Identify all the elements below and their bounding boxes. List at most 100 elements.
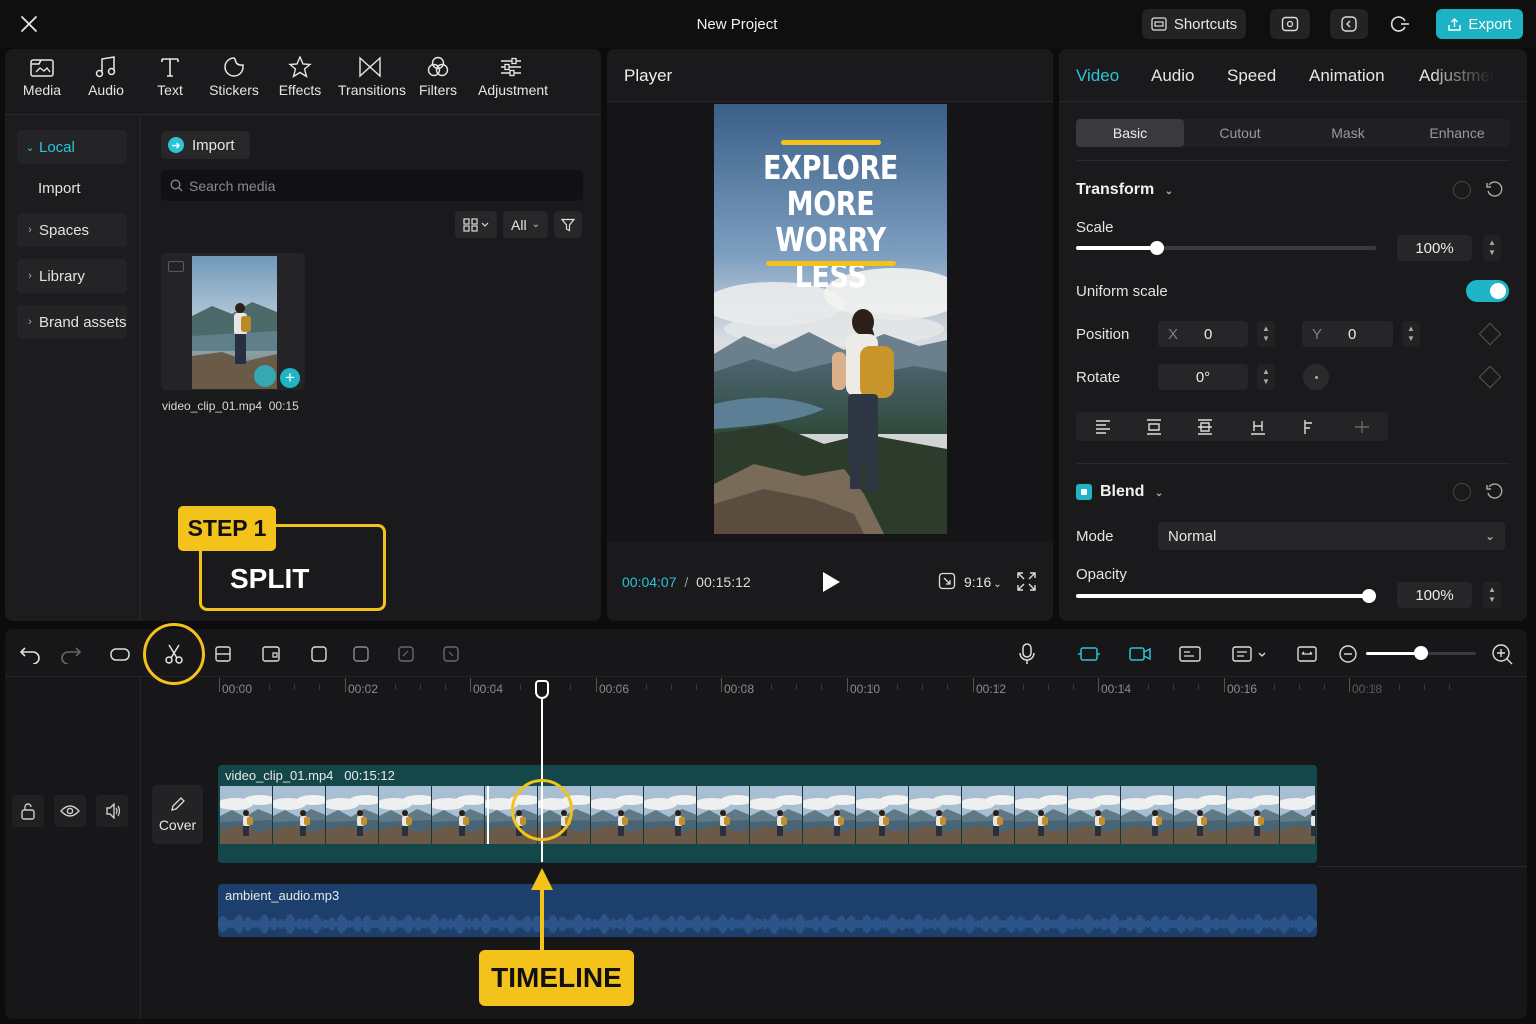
tab-video[interactable]: Video [1076,66,1119,86]
reset-icon[interactable] [1485,483,1503,501]
tool-transitions[interactable]: Transitions [338,56,406,98]
share-button[interactable] [1330,9,1368,39]
zoom-slider[interactable] [1366,646,1476,660]
tool-media[interactable]: Media [10,56,74,98]
reset-icon[interactable] [1485,181,1503,199]
distribute-icon[interactable] [1353,418,1371,436]
cover-button[interactable]: Cover [152,785,203,844]
select-icon[interactable] [108,642,132,666]
export-button[interactable]: Export [1436,9,1523,39]
freeze-icon[interactable] [307,642,331,666]
nav-import-label: Import [38,179,81,197]
mirror-icon[interactable] [394,642,418,666]
redo-icon[interactable] [59,642,83,666]
caption-dropdown-icon[interactable] [1230,642,1270,666]
ruler-minor-tick [520,684,521,690]
filter-all-dropdown[interactable]: All ⌄ [503,211,548,238]
aspect-dropdown[interactable]: 9:16 ⌄ [964,574,1002,590]
ruler-minor-tick [671,684,672,690]
search-box[interactable] [161,170,583,201]
blend-mode-select[interactable]: Normal ⌄ [1158,522,1505,550]
subtab-enhance[interactable]: Enhance [1403,119,1511,147]
tool-adjustment[interactable]: Adjustment [478,56,548,98]
tab-speed[interactable]: Speed [1227,66,1276,86]
zoom-slider-knob[interactable] [1414,646,1428,660]
link-icon[interactable] [1128,642,1152,666]
rotate-icon[interactable] [439,642,463,666]
rotate-value[interactable]: 0° [1158,364,1248,390]
opacity-slider[interactable] [1076,589,1376,603]
delete-left-icon[interactable] [211,642,235,666]
checkbox[interactable] [168,261,184,272]
opacity-slider-knob[interactable] [1362,589,1376,603]
ruler-minor-tick [269,684,270,690]
y-stepper[interactable]: ▲ ▼ [1402,321,1420,347]
nav-brand-assets[interactable]: › Brand assets [17,305,127,339]
fullscreen-icon[interactable] [1017,572,1036,591]
nav-local[interactable]: ⌄ Local [17,130,127,164]
zoom-out-icon[interactable] [1336,642,1360,666]
tab-audio[interactable]: Audio [1151,66,1194,86]
align-bottom-icon[interactable] [1249,418,1267,436]
preview-axis-icon[interactable] [1178,642,1202,666]
grid-view-button[interactable] [455,211,497,238]
ratio-icon[interactable] [938,572,956,590]
uniform-scale-toggle[interactable] [1466,280,1509,302]
rotate-stepper[interactable]: ▲ ▼ [1257,364,1275,390]
tab-animation[interactable]: Animation [1309,66,1385,86]
transform-heading[interactable]: Transform ⌄ [1076,181,1173,199]
tool-filters[interactable]: Filters [406,56,470,98]
import-button[interactable]: ➜ Import [161,131,250,159]
x-stepper[interactable]: ▲ ▼ [1257,321,1275,347]
media-card[interactable]: + [161,253,305,390]
tool-audio[interactable]: Audio [74,56,138,98]
feedback-button[interactable] [1270,9,1310,39]
blend-checkbox[interactable] [1076,484,1092,500]
align-left-icon[interactable] [1094,418,1112,436]
play-button[interactable] [820,570,842,594]
filter-button[interactable] [554,211,582,238]
align-center-h-icon[interactable] [1145,418,1163,436]
subtab-cutout[interactable]: Cutout [1186,119,1294,147]
tool-effects[interactable]: Effects [268,56,332,98]
nav-library[interactable]: › Library [17,259,127,293]
fit-timeline-icon[interactable] [1295,642,1319,666]
ruler-tick-label: 00:12 [976,682,1007,696]
position-x-field[interactable]: X 0 [1158,321,1248,347]
add-to-timeline-icon[interactable]: + [280,368,300,388]
scale-slider[interactable] [1076,241,1376,255]
lock-track-button[interactable] [12,795,44,827]
opacity-stepper[interactable]: ▲ ▼ [1483,582,1501,608]
reverse-icon[interactable] [349,642,373,666]
shortcuts-button[interactable]: Shortcuts [1142,9,1246,39]
keyframe-icon[interactable] [1453,181,1471,199]
subtab-basic[interactable]: Basic [1076,119,1184,147]
search-input[interactable] [189,177,569,194]
crop-icon[interactable] [259,642,283,666]
scale-value[interactable]: 100% [1397,235,1472,261]
blend-heading[interactable]: Blend ⌄ [1100,483,1163,501]
opacity-value[interactable]: 100% [1397,582,1472,608]
refresh-icon[interactable] [1388,14,1410,34]
microphone-icon[interactable] [1015,642,1039,666]
tool-stickers[interactable]: Stickers [202,56,266,98]
zoom-in-icon[interactable] [1490,642,1514,666]
subtab-mask[interactable]: Mask [1294,119,1402,147]
align-top-icon[interactable] [1300,418,1318,436]
keyframe-icon[interactable] [1453,483,1471,501]
hide-track-button[interactable] [54,795,86,827]
undo-icon[interactable] [18,642,42,666]
mute-track-button[interactable] [96,795,128,827]
scale-stepper[interactable]: ▲ ▼ [1483,235,1501,261]
tool-text[interactable]: Text [138,56,202,98]
rotate-dial[interactable] [1303,364,1329,390]
nav-spaces[interactable]: › Spaces [17,213,127,247]
align-center-v-icon[interactable] [1196,418,1214,436]
position-y-field[interactable]: Y 0 [1302,321,1393,347]
audio-clip[interactable] [218,884,1317,937]
auto-snap-icon[interactable] [1077,642,1101,666]
nav-brand-assets-label: Brand assets [39,313,127,331]
scale-slider-knob[interactable] [1150,241,1164,255]
nav-import[interactable]: Import [17,171,127,205]
playhead-handle[interactable] [535,680,549,699]
